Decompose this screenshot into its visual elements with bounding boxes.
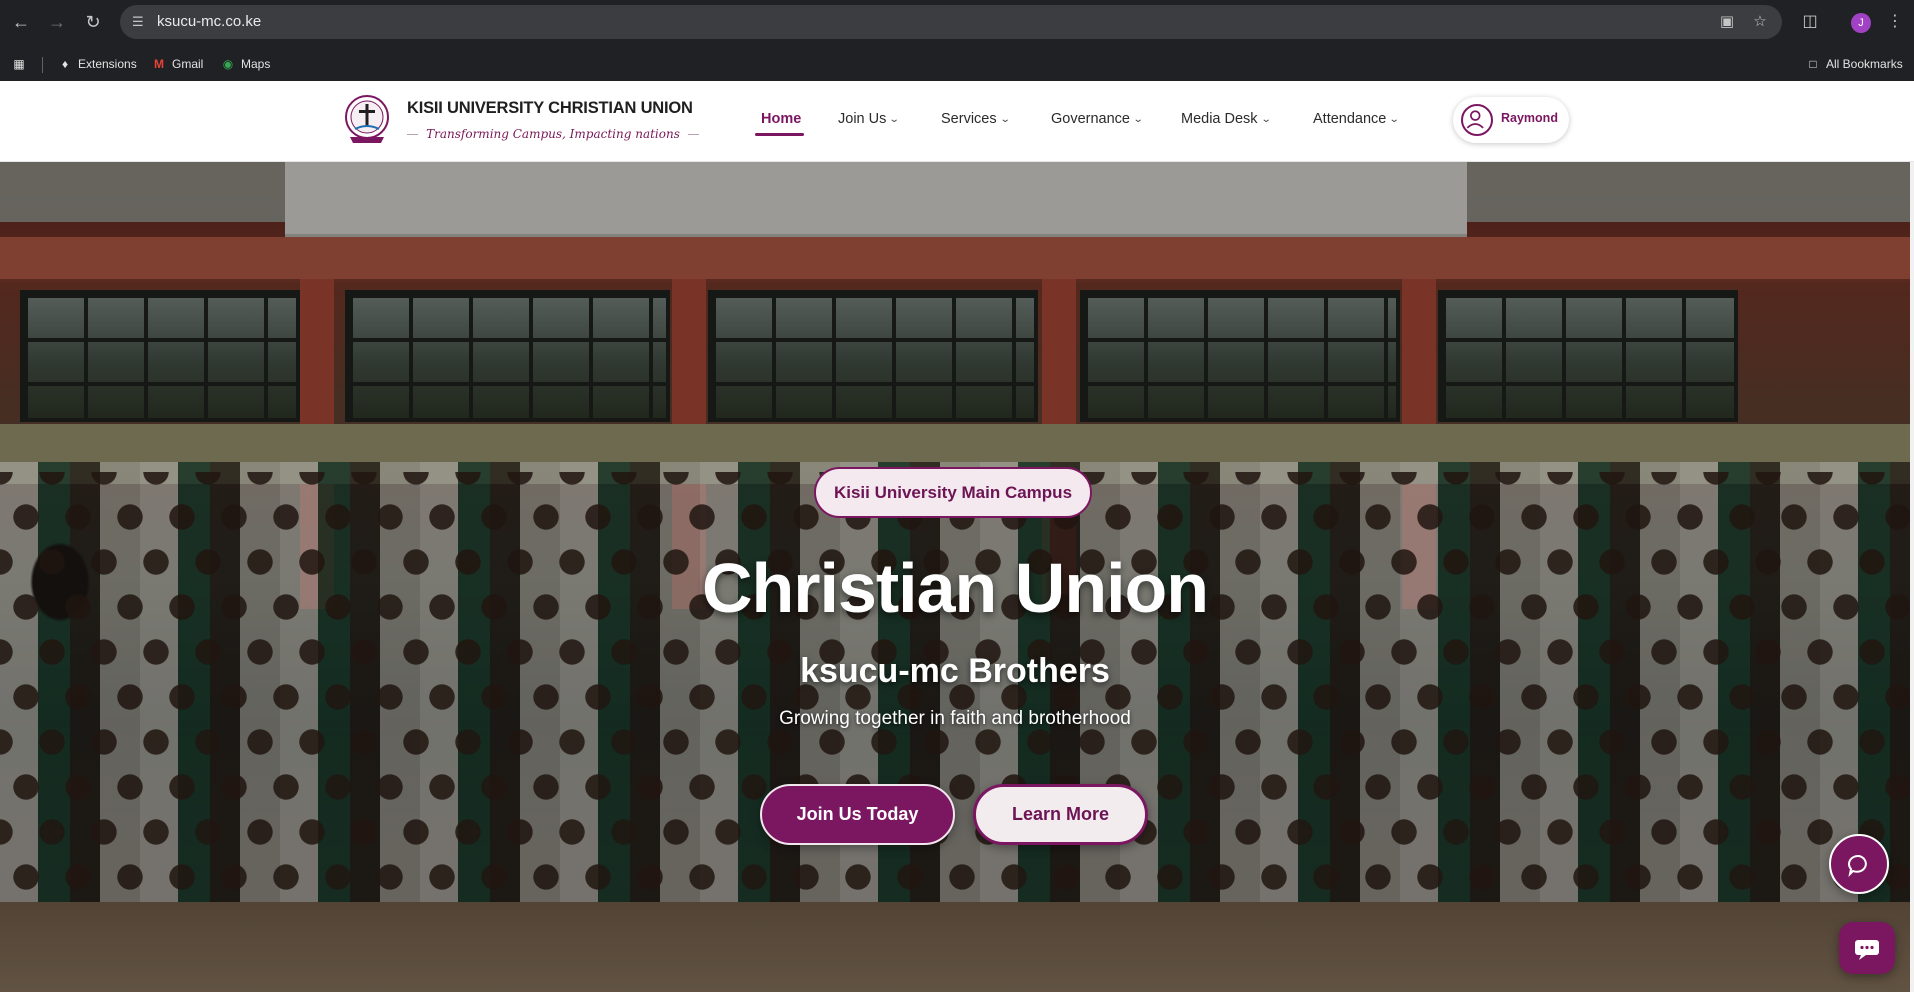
nav-media-desk[interactable]: Media Desk ⌄	[1181, 111, 1272, 127]
nav-home[interactable]: Home	[761, 111, 801, 127]
nav-label: Services	[941, 111, 997, 127]
bookmark-star-icon[interactable]: ☆	[1751, 13, 1769, 31]
bookmarks-divider	[42, 57, 43, 73]
back-arrow-icon[interactable]: ←	[9, 10, 33, 34]
user-account-button[interactable]: Raymond	[1453, 97, 1569, 143]
profile-avatar[interactable]: J	[1851, 13, 1871, 33]
campus-badge: Kisii University Main Campus	[814, 467, 1092, 518]
nav-services[interactable]: Services ⌄	[941, 111, 1011, 127]
ksucu-logo[interactable]	[341, 93, 393, 145]
chevron-down-icon: ⌄	[999, 113, 1011, 125]
chevron-down-icon: ⌄	[1260, 113, 1272, 125]
chrome-menu-icon[interactable]: ⋮	[1884, 11, 1906, 33]
user-name: Raymond	[1501, 111, 1558, 125]
hero-tagline: Growing together in faith and brotherhoo…	[779, 708, 1131, 729]
nav-attendance[interactable]: Attendance ⌄	[1313, 111, 1401, 127]
page-scrollbar[interactable]	[1910, 162, 1914, 992]
chevron-down-icon: ⌄	[1132, 113, 1144, 125]
nav-join-us[interactable]: Join Us ⌄	[838, 111, 901, 127]
tagline-rule-left	[407, 133, 419, 135]
forward-arrow-icon[interactable]: →	[45, 10, 69, 34]
nav-label: Join Us	[838, 111, 887, 127]
brand-tagline: Transforming Campus, Impacting nations	[426, 127, 680, 141]
address-url[interactable]: ksucu-mc.co.ke	[157, 13, 261, 30]
gmail-icon: M	[154, 57, 164, 71]
apps-grid-icon[interactable]: ▦	[12, 54, 26, 74]
maps-pin-icon: ◉	[222, 57, 234, 71]
chevron-down-icon: ⌄	[889, 113, 901, 125]
puzzle-icon: ♦	[61, 57, 69, 71]
tagline-rule-right	[687, 133, 700, 135]
learn-more-button[interactable]: Learn More	[973, 784, 1148, 845]
support-chat-icon[interactable]	[1839, 922, 1895, 974]
bookmark-label: Extensions	[78, 57, 137, 71]
bookmark-gmail[interactable]: M Gmail	[152, 54, 203, 74]
all-bookmarks-label: All Bookmarks	[1826, 57, 1903, 71]
browser-toolbar: ← → ↻ ☰ ksucu-mc.co.ke ▣ ☆ ◫ J ⋮	[0, 0, 1914, 45]
reload-icon[interactable]: ↻	[81, 10, 105, 34]
install-app-icon[interactable]: ▣	[1718, 13, 1736, 31]
nav-label: Governance	[1051, 111, 1130, 127]
bookmark-label: Maps	[241, 57, 271, 71]
bookmark-extensions[interactable]: ♦ Extensions	[58, 54, 137, 74]
join-us-today-button[interactable]: Join Us Today	[760, 784, 955, 845]
bookmark-label: Gmail	[172, 57, 204, 71]
brand-tagline-row: Transforming Campus, Impacting nations	[407, 123, 700, 145]
nav-governance[interactable]: Governance ⌄	[1051, 111, 1144, 127]
site-header: KISII UNIVERSITY CHRISTIAN UNION Transfo…	[0, 81, 1914, 162]
chat-bubble-icon[interactable]	[1829, 834, 1889, 894]
hero-title: Christian Union	[701, 549, 1209, 627]
site-info-icon[interactable]: ☰	[132, 14, 148, 30]
bookmarks-bar: ▦ ♦ Extensions M Gmail ◉ Maps □ All Book…	[0, 45, 1914, 81]
chevron-down-icon: ⌄	[1389, 113, 1401, 125]
user-icon	[1461, 104, 1493, 136]
all-bookmarks[interactable]: □ All Bookmarks	[1806, 54, 1903, 74]
bookmark-maps[interactable]: ◉ Maps	[221, 54, 271, 74]
hero-subtitle: ksucu-mc Brothers	[800, 652, 1110, 690]
extensions-icon[interactable]: ◫	[1799, 11, 1821, 33]
nav-label: Attendance	[1313, 111, 1387, 127]
folder-icon: □	[1809, 57, 1817, 71]
address-bar[interactable]: ☰ ksucu-mc.co.ke ▣ ☆	[120, 5, 1782, 39]
nav-label: Home	[761, 111, 802, 127]
nav-label: Media Desk	[1181, 111, 1258, 127]
nav-active-underline	[755, 133, 804, 136]
brand-title: KISII UNIVERSITY CHRISTIAN UNION	[407, 99, 693, 117]
